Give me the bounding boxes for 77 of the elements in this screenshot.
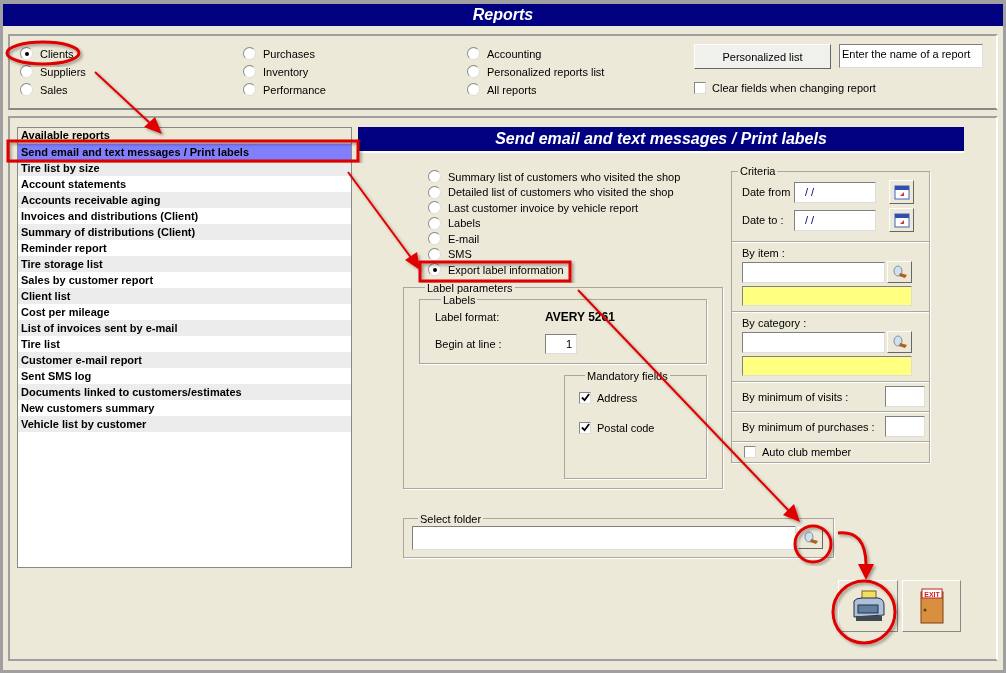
report-list-item[interactable]: Send email and text messages / Print labels — [18, 144, 351, 160]
calendar-icon — [893, 184, 910, 200]
report-name-field[interactable]: Enter the name of a report — [839, 44, 983, 68]
report-list-item[interactable]: New customers summary — [18, 400, 351, 416]
calendar-button[interactable] — [889, 208, 914, 232]
panel-title: Send email and text messages / Print labels — [495, 130, 827, 147]
checkbox[interactable]: Postal code — [579, 421, 706, 434]
radio-option[interactable]: All reports — [467, 82, 692, 97]
radio-option[interactable]: Purchases — [243, 46, 467, 61]
min-purchases-field[interactable] — [885, 416, 925, 437]
field-label: Date from — [742, 186, 792, 198]
radio-option[interactable]: Labels — [428, 215, 723, 231]
annotation-circle — [793, 524, 833, 564]
auto-club-checkbox[interactable]: Auto club member — [732, 442, 929, 458]
search-icon — [802, 530, 819, 545]
search-icon — [891, 335, 908, 349]
annotation-arrow — [837, 531, 874, 580]
radio-option[interactable]: Accounting — [467, 46, 692, 61]
field-label: Date to : — [742, 214, 785, 226]
report-list-item[interactable]: Customer e-mail report — [18, 352, 351, 368]
radio-option[interactable]: SMS — [428, 246, 723, 262]
category-field[interactable] — [742, 331, 885, 353]
group-title: Labels — [442, 293, 476, 306]
radio-option[interactable]: Detailed list of customers who visited the shop — [428, 184, 723, 200]
report-list-item[interactable]: Invoices and distributions (Client) — [18, 208, 351, 224]
print-button[interactable] — [838, 579, 898, 632]
field-label: By category : — [742, 317, 808, 329]
checkmark-icon — [580, 423, 590, 432]
report-list-item[interactable]: Tire list — [18, 336, 351, 352]
date-field[interactable]: / / — [794, 209, 876, 231]
report-list-item[interactable]: Sent SMS log — [18, 368, 351, 384]
group-title: Select folder — [419, 512, 483, 525]
radio-option[interactable]: Inventory — [243, 64, 467, 79]
search-button[interactable] — [887, 261, 912, 283]
report-list-item[interactable]: Cost per mileage — [18, 304, 351, 320]
checkmark-icon — [580, 393, 590, 402]
personalized-list-button[interactable]: Personalized list — [694, 44, 831, 69]
search-button[interactable] — [887, 331, 912, 353]
report-list-item[interactable]: Vehicle list by customer — [18, 416, 351, 432]
field-label: By item : — [742, 247, 786, 259]
search-icon — [891, 265, 908, 279]
group-title: Criteria — [739, 165, 777, 177]
field-label: Begin at line : — [435, 337, 503, 350]
report-list-item[interactable]: Tire storage list — [18, 256, 351, 272]
date-field[interactable]: / / — [794, 181, 876, 203]
report-list-item[interactable]: Accounts receivable aging — [18, 192, 351, 208]
report-list-item[interactable]: Summary of distributions (Client) — [18, 224, 351, 240]
annotation-circle — [831, 579, 897, 645]
report-list-item[interactable]: Sales by customer report — [18, 272, 351, 288]
report-list-item[interactable]: Documents linked to customers/estimates — [18, 384, 351, 400]
min-visits-field[interactable] — [885, 386, 925, 407]
radio-option[interactable]: Performance — [243, 82, 467, 97]
report-list-item[interactable]: List of invoices sent by e-mail — [18, 320, 351, 336]
field-label: By minimum of purchases : — [742, 420, 875, 433]
group-title: Label parameters — [426, 281, 514, 294]
radio-option[interactable]: Export label information — [428, 262, 723, 278]
field-label: By minimum of visits : — [742, 390, 849, 403]
radio-option[interactable]: Suppliers — [20, 64, 243, 79]
report-list-item[interactable]: Reminder report — [18, 240, 351, 256]
radio-option[interactable]: Sales — [20, 82, 243, 97]
item-field[interactable] — [742, 261, 885, 283]
calendar-icon — [893, 212, 910, 228]
printer-icon — [850, 588, 886, 623]
radio-option[interactable]: E-mail — [428, 231, 723, 247]
window-title: Reports — [472, 6, 534, 23]
checkbox[interactable]: Address — [579, 391, 706, 404]
radio-option[interactable]: Last customer invoice by vehicle report — [428, 200, 723, 216]
field-label: Label format: — [435, 310, 501, 323]
folder-path-field[interactable] — [412, 525, 796, 550]
clear-fields-checkbox[interactable]: Clear fields when changing report — [694, 82, 983, 94]
radio-option[interactable]: Summary list of customers who visited the shop — [428, 169, 723, 185]
radio-option[interactable]: Personalized reports list — [467, 64, 692, 79]
report-list-item[interactable]: Account statements — [18, 176, 351, 192]
begin-line-field[interactable]: 1 — [545, 333, 577, 354]
calendar-button[interactable] — [889, 180, 914, 204]
radio-option[interactable]: Clients — [20, 46, 243, 61]
report-list-item[interactable]: Client list — [18, 288, 351, 304]
